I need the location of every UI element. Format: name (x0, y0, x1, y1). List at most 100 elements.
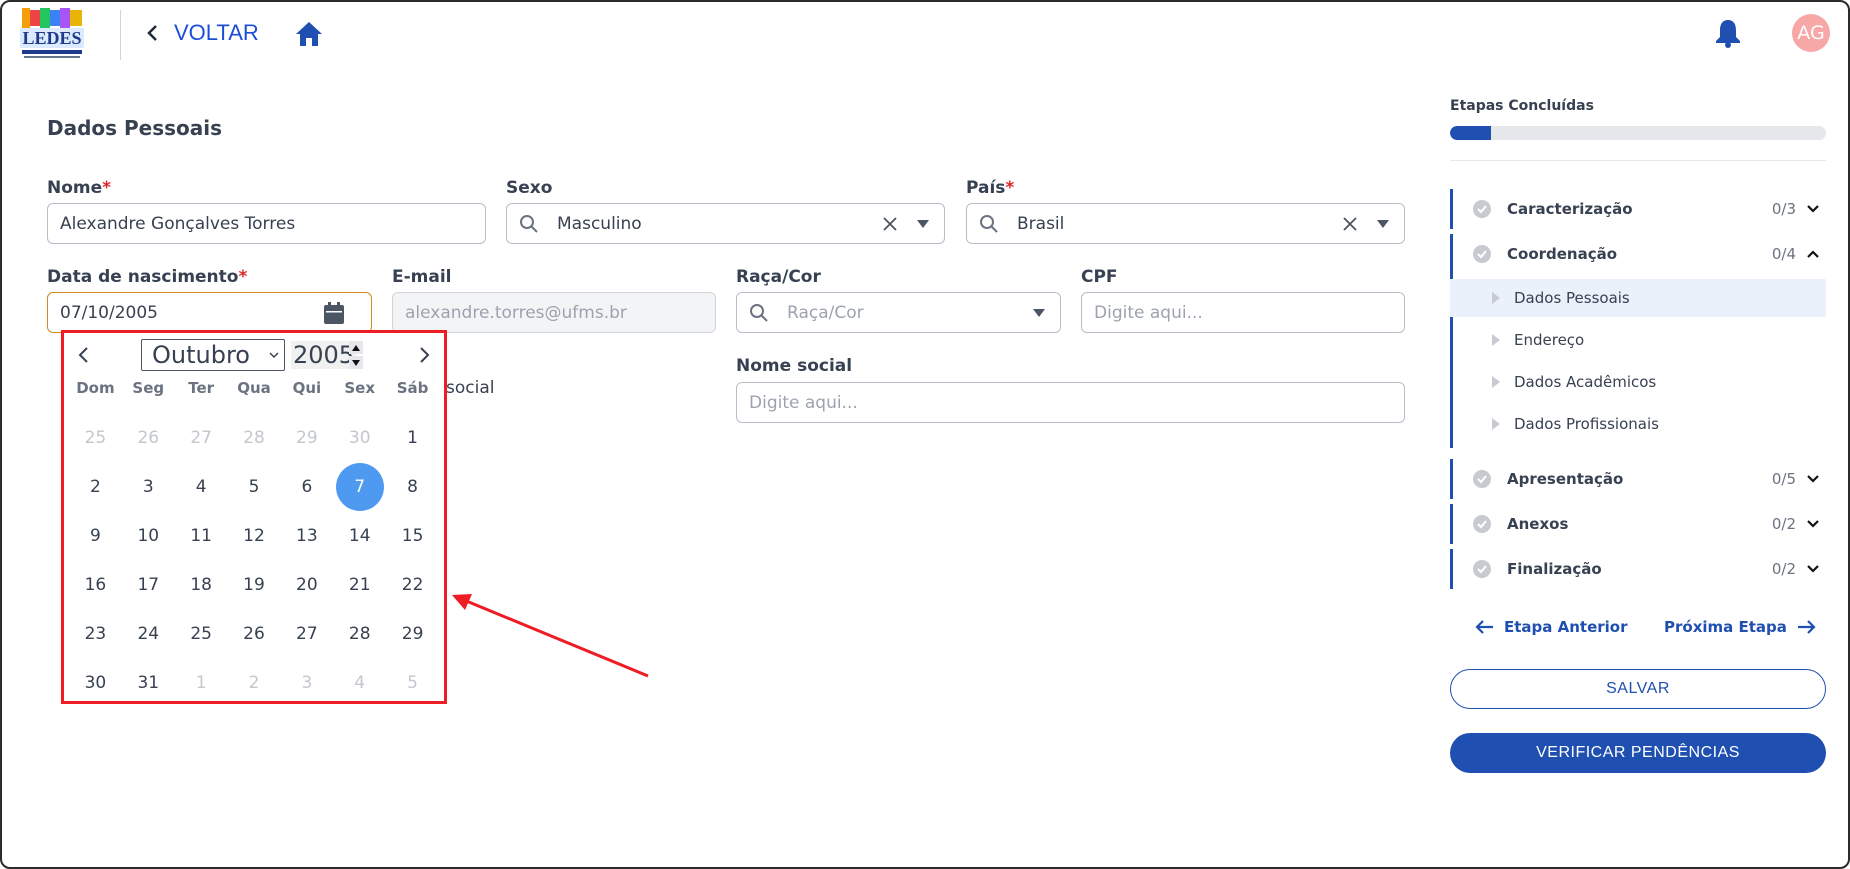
calendar-day[interactable]: 20 (280, 560, 333, 609)
step-anexos[interactable]: Anexos 0/2 (1450, 504, 1826, 544)
pais-label: País* (966, 178, 1015, 198)
calendar-day[interactable]: 15 (386, 511, 439, 560)
calendar-day[interactable]: 25 (69, 413, 122, 462)
calendar-day[interactable]: 4 (333, 658, 386, 707)
user-avatar[interactable]: AG (1792, 14, 1830, 52)
day-number: 4 (354, 672, 366, 693)
calendar-day[interactable]: 28 (333, 609, 386, 658)
calendar-day[interactable]: 3 (280, 658, 333, 707)
day-number: 29 (296, 427, 318, 448)
chevron-right-icon[interactable] (416, 345, 432, 365)
home-icon[interactable] (294, 20, 324, 48)
calendar-day[interactable]: 5 (228, 462, 281, 511)
day-number: 25 (190, 623, 212, 644)
clear-icon[interactable] (882, 216, 898, 232)
pais-select[interactable]: Brasil (966, 203, 1405, 244)
use-social-name-label[interactable]: social (446, 378, 494, 398)
step-count: 0/2 (1771, 560, 1796, 578)
calendar-day[interactable]: 1 (175, 658, 228, 707)
calendar-day[interactable]: 14 (333, 511, 386, 560)
day-number: 26 (137, 427, 160, 448)
caret-down-icon[interactable] (1032, 308, 1046, 318)
step-coordenacao[interactable]: Coordenação 0/4 (1450, 234, 1826, 274)
calendar-day[interactable]: 8 (386, 462, 439, 511)
step-caracterizacao[interactable]: Caracterização 0/3 (1450, 189, 1826, 229)
calendar-day[interactable]: 3 (122, 462, 175, 511)
bell-icon[interactable] (1714, 18, 1742, 48)
calendar-day[interactable]: 30 (333, 413, 386, 462)
day-number: 13 (296, 525, 318, 546)
day-number: 28 (348, 623, 371, 644)
clear-icon[interactable] (1342, 216, 1358, 232)
calendar-day[interactable]: 2 (69, 462, 122, 511)
day-number: 31 (137, 672, 160, 693)
check-circle-icon (1473, 560, 1491, 578)
verify-pending-button[interactable]: VERIFICAR PENDÊNCIAS (1450, 733, 1826, 773)
cpf-input[interactable]: Digite aqui... (1081, 292, 1405, 333)
chevron-up-icon (1807, 250, 1819, 258)
calendar-day[interactable]: 22 (386, 560, 439, 609)
year-down-button[interactable] (349, 356, 363, 369)
calendar-day[interactable]: 27 (175, 413, 228, 462)
calendar-day[interactable]: 16 (69, 560, 122, 609)
calendar-day[interactable]: 4 (175, 462, 228, 511)
substep-dados-profissionais[interactable]: Dados Profissionais (1450, 405, 1826, 443)
year-up-button[interactable] (349, 341, 363, 354)
substep-dados-academicos[interactable]: Dados Acadêmicos (1450, 363, 1826, 401)
calendar-day[interactable]: 6 (280, 462, 333, 511)
calendar-day[interactable]: 29 (280, 413, 333, 462)
section-title: Dados Pessoais (47, 116, 223, 140)
substep-endereco[interactable]: Endereço (1450, 321, 1826, 359)
calendar-day[interactable]: 31 (122, 658, 175, 707)
month-select[interactable]: Outubro (141, 339, 285, 371)
calendar-day[interactable]: 12 (228, 511, 281, 560)
calendar-day[interactable]: 28 (228, 413, 281, 462)
nome-social-input[interactable]: Digite aqui... (736, 382, 1405, 423)
calendar-day[interactable]: 26 (228, 609, 281, 658)
calendar-day[interactable]: 5 (386, 658, 439, 707)
calendar-day[interactable]: 9 (69, 511, 122, 560)
caret-down-icon[interactable] (1376, 219, 1390, 229)
calendar-day[interactable]: 30 (69, 658, 122, 707)
email-input[interactable]: alexandre.torres@ufms.br (392, 292, 716, 333)
prev-step-button[interactable]: Etapa Anterior (1474, 618, 1628, 636)
next-step-label: Próxima Etapa (1664, 618, 1787, 636)
calendar-icon[interactable] (323, 301, 345, 325)
day-number: 12 (243, 525, 265, 546)
step-apresentacao[interactable]: Apresentação 0/5 (1450, 459, 1826, 499)
calendar-day[interactable]: 23 (69, 609, 122, 658)
calendar-day-selected[interactable]: 7 (333, 462, 386, 511)
back-button[interactable]: VOLTAR (146, 20, 259, 46)
calendar-day[interactable]: 2 (228, 658, 281, 707)
sexo-select[interactable]: Masculino (506, 203, 945, 244)
calendar-day[interactable]: 1 (386, 413, 439, 462)
calendar-day[interactable]: 10 (122, 511, 175, 560)
raca-select[interactable]: Raça/Cor (736, 292, 1061, 333)
calendar-day[interactable]: 19 (228, 560, 281, 609)
step-finalizacao[interactable]: Finalização 0/2 (1450, 549, 1826, 589)
calendar-day[interactable]: 13 (280, 511, 333, 560)
calendar-day[interactable]: 25 (175, 609, 228, 658)
calendar-day[interactable]: 24 (122, 609, 175, 658)
ledes-logo[interactable]: LEDES (16, 6, 90, 62)
month-value: Outubro (152, 341, 250, 369)
nome-input[interactable]: Alexandre Gonçalves Torres (47, 203, 486, 244)
calendar-day[interactable]: 26 (122, 413, 175, 462)
birthdate-input[interactable]: 07/10/2005 (47, 292, 372, 333)
day-number: 2 (90, 476, 101, 497)
substep-dados-pessoais[interactable]: Dados Pessoais (1450, 279, 1826, 317)
day-number: 16 (84, 574, 107, 595)
calendar-day[interactable]: 29 (386, 609, 439, 658)
save-button[interactable]: SALVAR (1450, 669, 1826, 709)
calendar-day[interactable]: 17 (122, 560, 175, 609)
calendar-day[interactable]: 27 (280, 609, 333, 658)
caret-down-icon[interactable] (916, 219, 930, 229)
next-step-button[interactable]: Próxima Etapa (1664, 618, 1817, 636)
sexo-value: Masculino (557, 213, 642, 234)
calendar-day[interactable]: 11 (175, 511, 228, 560)
calendar-day[interactable]: 18 (175, 560, 228, 609)
substep-name: Dados Acadêmicos (1514, 373, 1657, 391)
year-spinner[interactable] (349, 341, 363, 369)
calendar-day[interactable]: 21 (333, 560, 386, 609)
chevron-left-icon[interactable] (76, 345, 92, 365)
